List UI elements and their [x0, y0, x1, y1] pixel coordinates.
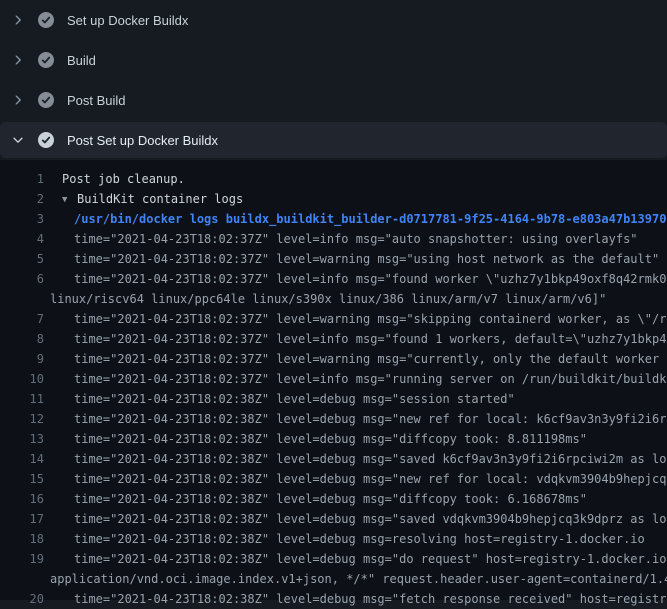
step-post-build[interactable]: Post Build	[0, 80, 667, 120]
step-label: Post Set up Docker Buildx	[67, 133, 218, 148]
log-line-text: time="2021-04-23T18:02:38Z" level=debug …	[74, 589, 667, 609]
step-set-up-docker-buildx[interactable]: Set up Docker Buildx	[0, 0, 667, 40]
log-line: 12 time="2021-04-23T18:02:38Z" level=deb…	[0, 409, 667, 429]
log-line-number[interactable]: 9	[0, 349, 44, 369]
log-line-text: time="2021-04-23T18:02:37Z" level=warnin…	[74, 249, 659, 269]
log-line: 6 time="2021-04-23T18:02:37Z" level=info…	[0, 269, 667, 289]
log-line-text: time="2021-04-23T18:02:37Z" level=info m…	[74, 329, 667, 349]
log-line-text: time="2021-04-23T18:02:38Z" level=debug …	[74, 409, 667, 429]
log-line-text: time="2021-04-23T18:02:38Z" level=debug …	[74, 449, 667, 469]
log-line-number[interactable]: 18	[0, 529, 44, 549]
log-line-text: time="2021-04-23T18:02:37Z" level=info m…	[74, 369, 667, 389]
log-line-number[interactable]: 13	[0, 429, 44, 449]
step-label: Set up Docker Buildx	[67, 13, 188, 28]
log-line-number[interactable]: 17	[0, 509, 44, 529]
chevron-right-icon[interactable]	[10, 52, 26, 68]
log-line-number[interactable]: 11	[0, 389, 44, 409]
step-post-set-up-docker-buildx[interactable]: Post Set up Docker Buildx	[0, 122, 667, 158]
log-line-number[interactable]: 20	[0, 589, 44, 609]
log-line-text: time="2021-04-23T18:02:38Z" level=debug …	[74, 469, 667, 489]
log-line-text: time="2021-04-23T18:02:38Z" level=debug …	[74, 429, 587, 449]
log-line: 13 time="2021-04-23T18:02:38Z" level=deb…	[0, 429, 667, 449]
log-line-number[interactable]: 4	[0, 229, 44, 249]
log-viewer[interactable]: 1 Post job cleanup. 2 ▼BuildKit containe…	[0, 160, 667, 600]
log-line-number[interactable]: 1	[0, 169, 44, 189]
log-line-text: time="2021-04-23T18:02:37Z" level=warnin…	[74, 309, 667, 329]
log-line-text: time="2021-04-23T18:02:38Z" level=debug …	[74, 489, 587, 509]
log-line: 4 time="2021-04-23T18:02:37Z" level=info…	[0, 229, 667, 249]
log-line: 20 time="2021-04-23T18:02:38Z" level=deb…	[0, 589, 667, 609]
log-line-number[interactable]: 2	[0, 189, 44, 209]
log-line: application/vnd.oci.image.index.v1+json,…	[0, 569, 667, 589]
step-label: Post Build	[67, 93, 126, 108]
log-line-number[interactable]: 15	[0, 469, 44, 489]
log-line: linux/riscv64 linux/ppc64le linux/s390x …	[0, 289, 667, 309]
log-line-number[interactable]	[0, 289, 44, 309]
check-circle-icon	[38, 12, 54, 28]
step-list: Set up Docker Buildx Build Post Build Po…	[0, 0, 667, 158]
log-line: 14 time="2021-04-23T18:02:38Z" level=deb…	[0, 449, 667, 469]
log-line: 18 time="2021-04-23T18:02:38Z" level=deb…	[0, 529, 667, 549]
log-line-text: ▼BuildKit container logs	[62, 189, 243, 209]
check-circle-icon	[38, 52, 54, 68]
log-line: 11 time="2021-04-23T18:02:38Z" level=deb…	[0, 389, 667, 409]
log-line: 17 time="2021-04-23T18:02:38Z" level=deb…	[0, 509, 667, 529]
log-line-text: time="2021-04-23T18:02:38Z" level=debug …	[74, 389, 515, 409]
log-line-text: time="2021-04-23T18:02:37Z" level=warnin…	[74, 349, 667, 369]
group-collapse-icon[interactable]: ▼	[62, 190, 77, 209]
log-line: 8 time="2021-04-23T18:02:37Z" level=info…	[0, 329, 667, 349]
log-line-text: time="2021-04-23T18:02:38Z" level=debug …	[74, 549, 667, 569]
chevron-right-icon[interactable]	[10, 92, 26, 108]
log-line-number[interactable]: 6	[0, 269, 44, 289]
log-line: 5 time="2021-04-23T18:02:37Z" level=warn…	[0, 249, 667, 269]
log-line-number[interactable]: 14	[0, 449, 44, 469]
log-line: 10 time="2021-04-23T18:02:37Z" level=inf…	[0, 369, 667, 389]
log-line: 3 /usr/bin/docker logs buildx_buildkit_b…	[0, 209, 667, 229]
step-build[interactable]: Build	[0, 40, 667, 80]
log-line: 19 time="2021-04-23T18:02:38Z" level=deb…	[0, 549, 667, 569]
log-line: 9 time="2021-04-23T18:02:37Z" level=warn…	[0, 349, 667, 369]
log-line: 1 Post job cleanup.	[0, 169, 667, 189]
log-line-number[interactable]: 8	[0, 329, 44, 349]
log-line-text: time="2021-04-23T18:02:37Z" level=info m…	[74, 269, 667, 289]
log-line-number[interactable]: 19	[0, 549, 44, 569]
log-line-number[interactable]: 5	[0, 249, 44, 269]
log-line-text: application/vnd.oci.image.index.v1+json,…	[50, 569, 667, 589]
step-label: Build	[67, 53, 96, 68]
check-circle-icon	[38, 92, 54, 108]
log-line-text: time="2021-04-23T18:02:38Z" level=debug …	[74, 509, 667, 529]
log-line-number[interactable]: 16	[0, 489, 44, 509]
log-line: 7 time="2021-04-23T18:02:37Z" level=warn…	[0, 309, 667, 329]
log-line-text: time="2021-04-23T18:02:37Z" level=info m…	[74, 229, 638, 249]
log-line: 16 time="2021-04-23T18:02:38Z" level=deb…	[0, 489, 667, 509]
log-line-text: Post job cleanup.	[62, 169, 185, 189]
chevron-down-icon[interactable]	[10, 132, 26, 148]
log-line-number[interactable]: 7	[0, 309, 44, 329]
log-line-text: /usr/bin/docker logs buildx_buildkit_bui…	[74, 209, 666, 229]
log-line-text: time="2021-04-23T18:02:38Z" level=debug …	[74, 529, 645, 549]
log-line-text: linux/riscv64 linux/ppc64le linux/s390x …	[50, 289, 606, 309]
log-line: 2 ▼BuildKit container logs	[0, 189, 667, 209]
check-circle-icon	[38, 132, 54, 148]
log-line-number[interactable]	[0, 569, 44, 589]
log-line: 15 time="2021-04-23T18:02:38Z" level=deb…	[0, 469, 667, 489]
log-line-number[interactable]: 3	[0, 209, 44, 229]
log-line-number[interactable]: 12	[0, 409, 44, 429]
chevron-right-icon[interactable]	[10, 12, 26, 28]
log-line-number[interactable]: 10	[0, 369, 44, 389]
